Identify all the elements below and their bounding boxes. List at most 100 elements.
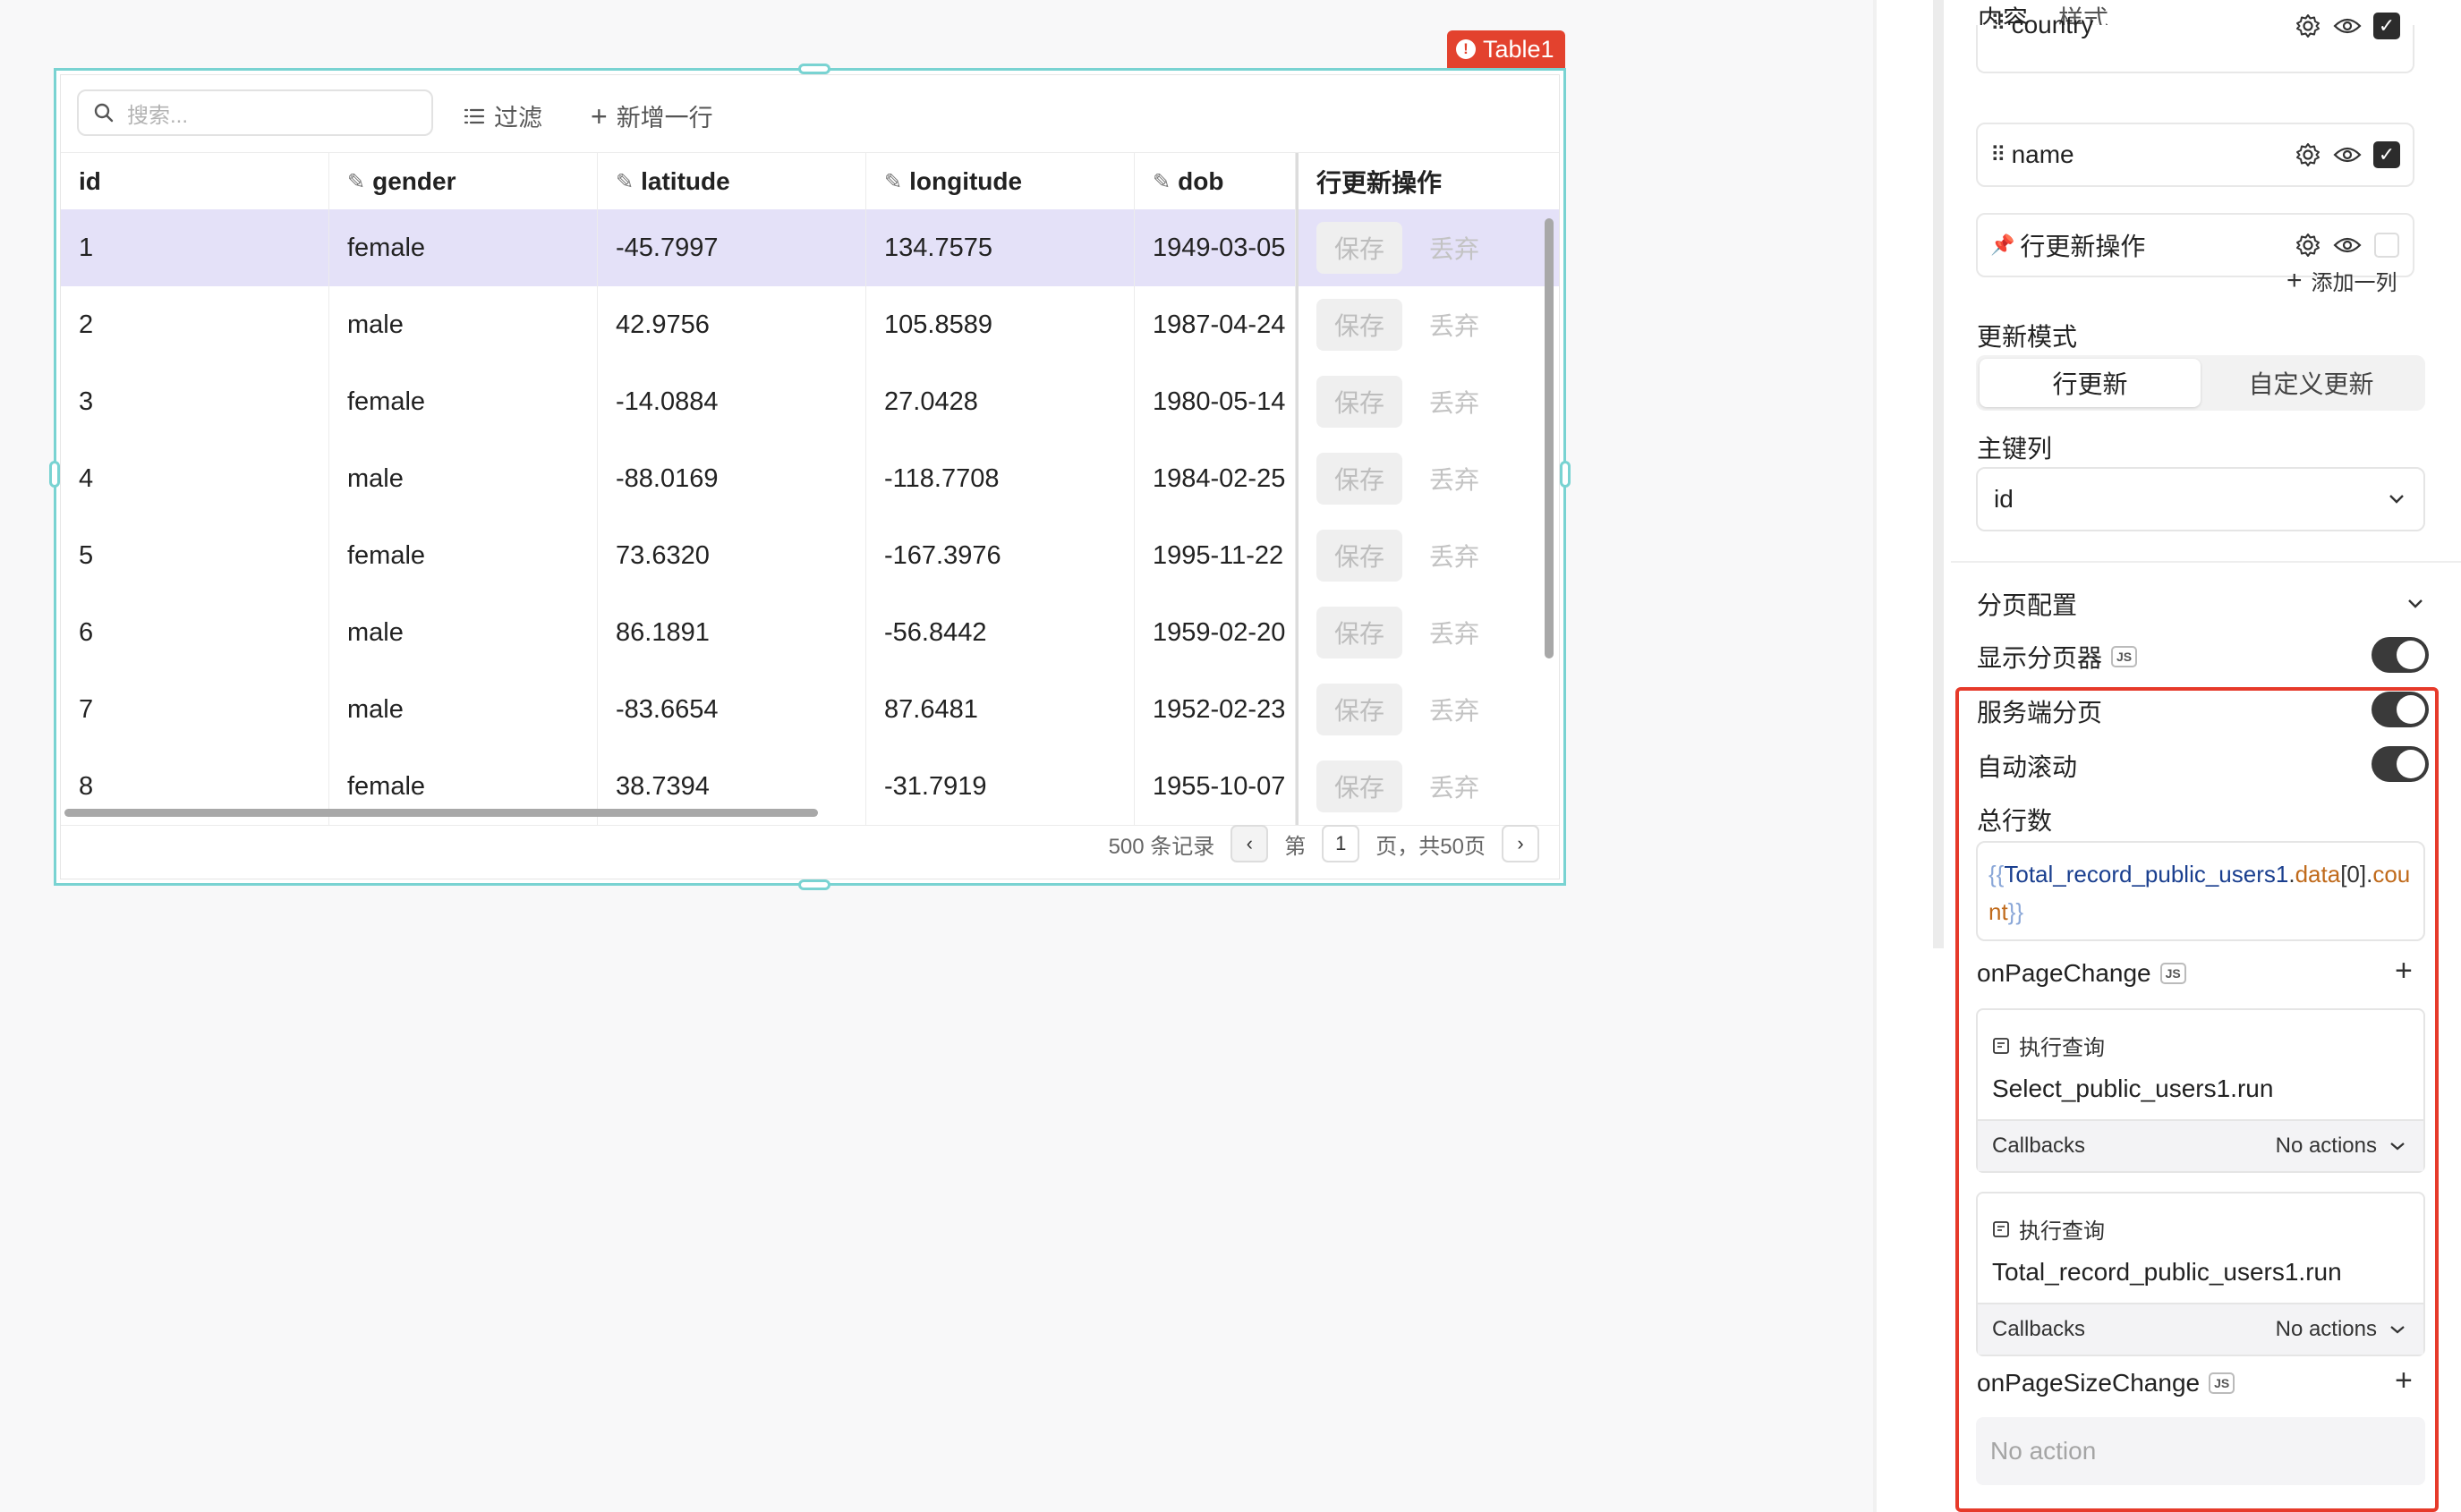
resize-handle-top[interactable] <box>798 64 830 74</box>
table-cell-longitude[interactable]: 27.0428 <box>866 363 1135 440</box>
horizontal-scrollbar[interactable] <box>64 809 818 817</box>
checkbox-checked[interactable]: ✓ <box>2372 11 2402 41</box>
table-cell-id[interactable]: 7 <box>61 671 329 748</box>
table-cell-latitude[interactable]: -83.6654 <box>598 671 866 748</box>
column-header-longitude[interactable]: ✎ longitude <box>866 153 1135 210</box>
update-mode-custom[interactable]: 自定义更新 <box>2201 359 2422 407</box>
table-cell-gender[interactable]: female <box>329 517 598 594</box>
table-row[interactable]: 7 male -83.6654 87.6481 1952-02-23 保存 丢弃 <box>61 671 1559 749</box>
table-cell-longitude[interactable]: 105.8589 <box>866 286 1135 363</box>
table-cell-dob[interactable]: 1980-05-14 <box>1135 363 1296 440</box>
table-cell-latitude[interactable]: -14.0884 <box>598 363 866 440</box>
discard-row-button[interactable]: 丢弃 <box>1429 230 1479 266</box>
drag-handle-icon[interactable]: ⠿ <box>1990 11 2006 37</box>
table-row[interactable]: 2 male 42.9756 105.8589 1987-04-24 保存 丢弃 <box>61 286 1559 364</box>
add-column-button[interactable]: + 添加一列 <box>2286 265 2397 296</box>
table-cell-id[interactable]: 3 <box>61 363 329 440</box>
table-row[interactable]: 3 female -14.0884 27.0428 1980-05-14 保存 丢弃 <box>61 363 1559 441</box>
js-badge[interactable]: JS <box>2159 963 2186 984</box>
discard-row-button[interactable]: 丢弃 <box>1429 307 1479 343</box>
js-badge[interactable]: JS <box>2209 1372 2235 1394</box>
table-cell-gender[interactable]: female <box>329 363 598 440</box>
table-cell-latitude[interactable]: 86.1891 <box>598 594 866 671</box>
table-cell-id[interactable]: 4 <box>61 440 329 517</box>
total-rows-input[interactable]: {{Total_record_public_users1.data[0].cou… <box>1976 841 2425 941</box>
table-cell-latitude[interactable]: 42.9756 <box>598 286 866 363</box>
show-pager-toggle[interactable] <box>2372 637 2429 673</box>
save-row-button[interactable]: 保存 <box>1316 222 1402 274</box>
event-action-card[interactable]: 执行查询 Select_public_users1.run Callbacks No … <box>1976 1008 2425 1173</box>
table-cell-latitude[interactable]: 73.6320 <box>598 517 866 594</box>
column-header-gender[interactable]: ✎ gender <box>329 153 598 210</box>
eye-icon[interactable] <box>2332 11 2363 41</box>
table-cell-dob[interactable]: 1949-03-05 <box>1135 209 1296 286</box>
table-row[interactable]: 1 female -45.7997 134.7575 1949-03-05 保存 丢弃 <box>61 209 1559 287</box>
drag-handle-icon[interactable]: ⠿ <box>1990 142 2006 168</box>
table-cell-gender[interactable]: female <box>329 209 598 286</box>
next-page-button[interactable]: › <box>1502 825 1539 862</box>
table-row[interactable]: 4 male -88.0169 -118.7708 1984-02-25 保存 丢弃 <box>61 440 1559 518</box>
save-row-button[interactable]: 保存 <box>1316 760 1402 812</box>
table-cell-id[interactable]: 1 <box>61 209 329 286</box>
table-cell-dob[interactable]: 1984-02-25 <box>1135 440 1296 517</box>
callbacks-dropdown[interactable]: Callbacks No actions <box>1978 1119 2423 1171</box>
table-widget[interactable]: 搜索... 过滤 + 新增一行 id ✎ gender ✎ latitude ✎ lo… <box>49 64 1571 890</box>
discard-row-button[interactable]: 丢弃 <box>1429 384 1479 420</box>
table-cell-gender[interactable]: male <box>329 671 598 748</box>
discard-row-button[interactable]: 丢弃 <box>1429 615 1479 650</box>
add-page-size-change-action-button[interactable]: + <box>2395 1363 2413 1398</box>
search-input[interactable]: 搜索... <box>77 89 433 136</box>
resize-handle-bottom[interactable] <box>798 879 830 890</box>
gear-icon[interactable] <box>2293 230 2323 260</box>
table-cell-longitude[interactable]: -31.7919 <box>866 748 1135 825</box>
checkbox-unchecked[interactable] <box>2372 230 2402 260</box>
vertical-scrollbar[interactable] <box>1545 218 1554 658</box>
table-cell-longitude[interactable]: 134.7575 <box>866 209 1135 286</box>
eye-icon[interactable] <box>2332 140 2363 170</box>
filter-button[interactable]: 过滤 <box>464 98 542 133</box>
js-badge[interactable]: JS <box>2111 646 2138 667</box>
primary-key-select[interactable]: id <box>1976 467 2425 531</box>
table-cell-longitude[interactable]: -167.3976 <box>866 517 1135 594</box>
save-row-button[interactable]: 保存 <box>1316 299 1402 351</box>
gear-icon[interactable] <box>2293 140 2323 170</box>
table-cell-gender[interactable]: male <box>329 440 598 517</box>
column-header-latitude[interactable]: ✎ latitude <box>598 153 866 210</box>
callbacks-dropdown[interactable]: Callbacks No actions <box>1978 1303 2423 1355</box>
widget-name-tag[interactable]: ! Table1 <box>1447 30 1565 68</box>
resize-handle-right[interactable] <box>1560 461 1571 488</box>
pin-icon[interactable]: 📌 <box>1990 234 2014 257</box>
table-cell-longitude[interactable]: -118.7708 <box>866 440 1135 517</box>
page-number-input[interactable]: 1 <box>1322 825 1360 862</box>
table-cell-longitude[interactable]: -56.8442 <box>866 594 1135 671</box>
table-cell-dob[interactable]: 1959-02-20 <box>1135 594 1296 671</box>
table-cell-longitude[interactable]: 87.6481 <box>866 671 1135 748</box>
save-row-button[interactable]: 保存 <box>1316 530 1402 582</box>
table-cell-id[interactable]: 6 <box>61 594 329 671</box>
table-cell-latitude[interactable]: -45.7997 <box>598 209 866 286</box>
auto-scroll-toggle[interactable] <box>2372 746 2429 782</box>
eye-icon[interactable] <box>2332 230 2363 260</box>
checkbox-checked[interactable]: ✓ <box>2372 140 2402 170</box>
column-config-item[interactable]: ⠿ name ✓ <box>1976 123 2414 187</box>
table-cell-dob[interactable]: 1995-11-22 <box>1135 517 1296 594</box>
save-row-button[interactable]: 保存 <box>1316 376 1402 428</box>
table-cell-id[interactable]: 2 <box>61 286 329 363</box>
column-header-dob[interactable]: ✎ dob <box>1135 153 1296 210</box>
table-row[interactable]: 5 female 73.6320 -167.3976 1995-11-22 保存 丢弃 <box>61 517 1559 595</box>
column-header-row-actions[interactable]: 行更新操作 <box>1296 153 1559 210</box>
save-row-button[interactable]: 保存 <box>1316 453 1402 505</box>
server-pagination-toggle[interactable] <box>2372 692 2429 727</box>
discard-row-button[interactable]: 丢弃 <box>1429 692 1479 727</box>
table-cell-dob[interactable]: 1955-10-07 <box>1135 748 1296 825</box>
discard-row-button[interactable]: 丢弃 <box>1429 769 1479 804</box>
table-cell-latitude[interactable]: -88.0169 <box>598 440 866 517</box>
event-action-card[interactable]: 执行查询 Total_record_public_users1.run Callba… <box>1976 1192 2425 1356</box>
gear-icon[interactable] <box>2293 11 2323 41</box>
column-config-item[interactable]: ⠿ country ✓ <box>1976 11 2414 73</box>
table-cell-dob[interactable]: 1987-04-24 <box>1135 286 1296 363</box>
column-header-id[interactable]: id <box>61 153 329 210</box>
discard-row-button[interactable]: 丢弃 <box>1429 538 1479 573</box>
discard-row-button[interactable]: 丢弃 <box>1429 461 1479 497</box>
table-cell-dob[interactable]: 1952-02-23 <box>1135 671 1296 748</box>
